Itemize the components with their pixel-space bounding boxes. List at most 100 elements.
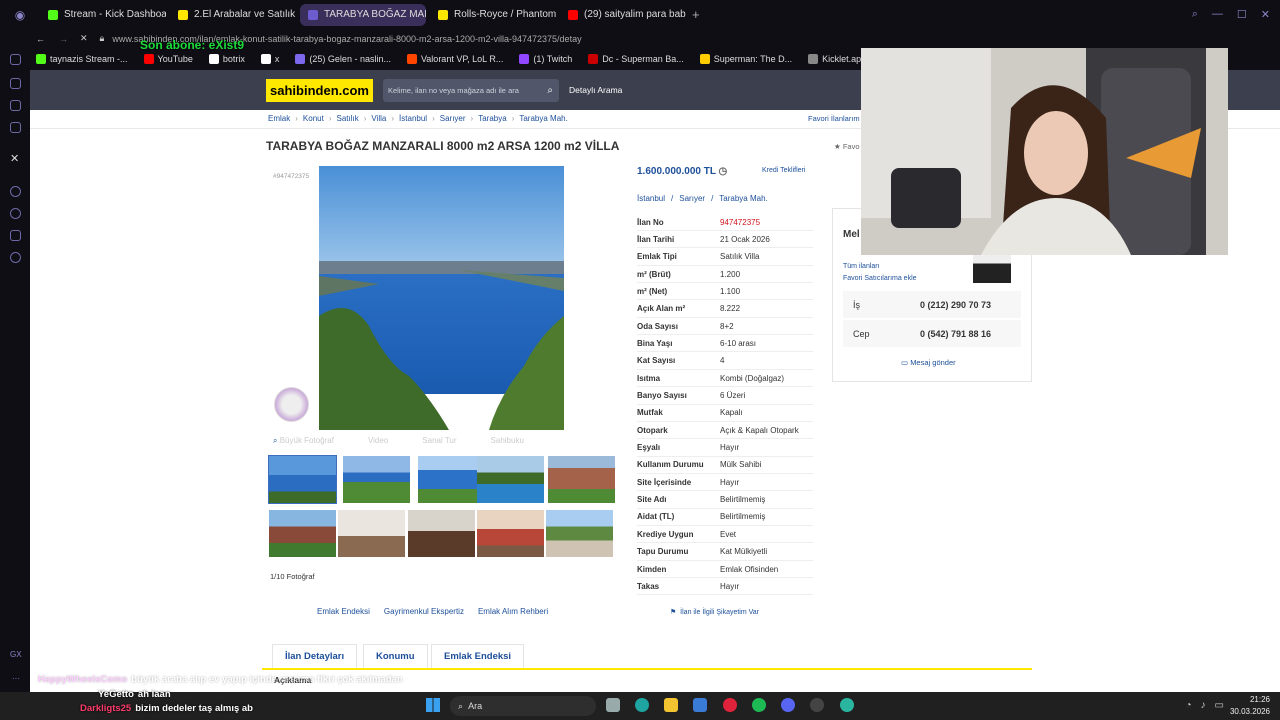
send-message-button[interactable]: ▭ Mesaj gönder <box>901 358 956 367</box>
complaint-link[interactable]: ⚑ İlan ile İlgili Şikayetim Var <box>670 608 759 616</box>
appraisal-link[interactable]: Gayrimenkul Ekspertiz <box>384 607 464 616</box>
agency-logo[interactable] <box>274 387 309 422</box>
location-link[interactable]: Tarabya Mah. <box>719 194 767 203</box>
photo-thumbnail[interactable] <box>268 455 337 504</box>
messenger-icon[interactable] <box>10 78 21 89</box>
sahibinden-logo[interactable]: sahibinden.com <box>266 79 373 102</box>
tab-listing-details[interactable]: İlan Detayları <box>272 644 358 668</box>
bookmark-favicon <box>519 54 530 64</box>
breadcrumb-item[interactable]: İstanbul <box>399 114 427 123</box>
advanced-search-link[interactable]: Detaylı Arama <box>569 85 622 95</box>
maximize-icon[interactable]: ☐ <box>1237 8 1247 21</box>
opera-gx-icon[interactable] <box>723 698 737 712</box>
taskbar-search[interactable]: ⌕ Ara <box>450 696 596 716</box>
reload-icon[interactable]: ✕ <box>80 33 88 44</box>
browser-tab[interactable]: 2.El Arabalar ve Satılık Sıfır <box>170 4 296 26</box>
settings-icon[interactable] <box>10 252 21 263</box>
wifi-icon[interactable]: ◔ <box>1186 700 1192 711</box>
browser-tab[interactable]: (29) saityalim para babası <box>560 4 686 26</box>
app-icon[interactable] <box>840 698 854 712</box>
file-explorer-icon[interactable] <box>606 698 620 712</box>
bookmark-item[interactable]: x <box>260 54 279 64</box>
photo-thumbnail[interactable] <box>269 510 336 557</box>
photo-thumbnail[interactable] <box>408 510 475 557</box>
x-icon[interactable]: ✕ <box>10 152 19 165</box>
seller-name[interactable]: Mel <box>843 229 860 240</box>
bookmark-item[interactable]: taynazis Stream -... <box>36 54 128 64</box>
detail-value: 947472375 <box>720 217 761 227</box>
mobile-phone[interactable]: Cep 0 (542) 791 88 16 <box>843 320 1021 347</box>
tab-virtual-tour[interactable]: Sanal Tur <box>422 436 456 446</box>
breadcrumb-item[interactable]: Tarabya <box>478 114 506 123</box>
browser-tab[interactable]: TARABYA BOĞAZ MANZARA <box>300 3 426 26</box>
spotify-icon[interactable] <box>752 698 766 712</box>
photo-thumbnail[interactable] <box>343 456 410 503</box>
aria-icon[interactable] <box>10 54 21 65</box>
photo-thumbnail[interactable] <box>546 510 613 557</box>
photo-thumbnail[interactable] <box>338 510 405 557</box>
listing-price: 1.600.000.000 TL ◷ <box>637 166 728 177</box>
folder-icon[interactable] <box>664 698 678 712</box>
player-icon[interactable] <box>10 186 21 197</box>
breadcrumb-item[interactable]: Sarıyer <box>440 114 466 123</box>
bookmark-item[interactable]: Dc - Superman Ba... <box>588 54 684 64</box>
site-search-input[interactable]: Kelime, ilan no veya mağaza adı ile ara … <box>383 79 559 102</box>
battery-icon[interactable]: ▭ <box>1215 700 1224 711</box>
tab-sahibuku[interactable]: Sahibuku <box>491 436 524 446</box>
all-listings-link[interactable]: Tüm ilanları <box>843 263 880 270</box>
bookmark-item[interactable]: botrix <box>208 54 245 64</box>
obs-icon[interactable] <box>810 698 824 712</box>
photo-thumbnail[interactable] <box>418 456 485 503</box>
breadcrumb-item[interactable]: Emlak <box>268 114 290 123</box>
photo-thumbnail[interactable] <box>548 456 615 503</box>
close-icon[interactable]: ✕ <box>1261 8 1270 21</box>
more-icon[interactable]: ··· <box>12 674 20 683</box>
real-estate-index-link[interactable]: Emlak Endeksi <box>317 607 370 616</box>
add-favorite-seller-link[interactable]: Favori Satıcılarıma ekle <box>843 275 917 282</box>
browser-tab[interactable]: Rolls-Royce / Phantom / F <box>430 4 556 26</box>
gx-icon[interactable]: GX <box>10 650 22 659</box>
clock[interactable]: 21:26 30.03.2026 <box>1230 694 1270 718</box>
forward-icon[interactable]: → <box>59 34 68 44</box>
whatsapp-icon[interactable] <box>10 122 21 133</box>
instagram-icon[interactable] <box>10 100 21 111</box>
bookmark-item[interactable]: Valorant VP, LoL R... <box>406 54 503 64</box>
breadcrumb-item[interactable]: Villa <box>371 114 386 123</box>
bookmark-item[interactable]: (1) Twitch <box>519 54 572 64</box>
extensions-icon[interactable] <box>10 230 21 241</box>
work-phone[interactable]: İş 0 (212) 290 70 73 <box>843 291 1021 318</box>
photo-thumbnail[interactable] <box>477 456 544 503</box>
breadcrumb-item[interactable]: Konut <box>303 114 324 123</box>
history-icon[interactable] <box>10 208 21 219</box>
tab-video[interactable]: Video <box>368 436 388 446</box>
discord-icon[interactable] <box>781 698 795 712</box>
bookmark-item[interactable]: YouTube <box>143 54 193 64</box>
favorite-button[interactable]: ★ Favo <box>834 142 860 151</box>
search-icon[interactable]: ⌕ <box>547 85 553 96</box>
breadcrumb-item[interactable]: Tarabya Mah. <box>519 114 567 123</box>
location-link[interactable]: Sarıyer <box>679 194 705 203</box>
browser-tab[interactable]: Stream - Kick Dashboard <box>40 4 166 26</box>
start-button[interactable] <box>426 698 440 712</box>
history-icon[interactable]: ◷ <box>719 166 728 177</box>
buying-guide-link[interactable]: Emlak Alım Rehberi <box>478 607 548 616</box>
minimize-icon[interactable]: — <box>1212 8 1223 21</box>
main-listing-photo[interactable] <box>319 166 564 430</box>
tab-large-photo[interactable]: ⌕ Büyük Fotoğraf <box>273 436 334 446</box>
store-icon[interactable] <box>693 698 707 712</box>
tab-location[interactable]: Konumu <box>363 644 428 668</box>
bookmark-item[interactable]: Superman: The D... <box>699 54 792 64</box>
location-link[interactable]: İstanbul <box>637 194 665 203</box>
tab-real-estate-index[interactable]: Emlak Endeksi <box>431 644 525 668</box>
bookmark-item[interactable]: (25) Gelen - naslin... <box>295 54 391 64</box>
speaker-icon[interactable]: ♪ <box>1201 700 1206 711</box>
edge-icon[interactable] <box>635 698 649 712</box>
credit-offers-link[interactable]: Kredi Teklifleri <box>762 167 805 174</box>
photo-thumbnail[interactable] <box>477 510 544 557</box>
new-tab-button[interactable]: + <box>692 7 700 22</box>
browser-menu-icon[interactable]: ◉ <box>0 4 40 26</box>
favorite-listings-link[interactable]: Favori İlanlarım <box>808 114 860 123</box>
breadcrumb-item[interactable]: Satılık <box>336 114 358 123</box>
back-icon[interactable]: ← <box>36 34 45 44</box>
search-icon[interactable]: ⌕ <box>1192 8 1198 21</box>
